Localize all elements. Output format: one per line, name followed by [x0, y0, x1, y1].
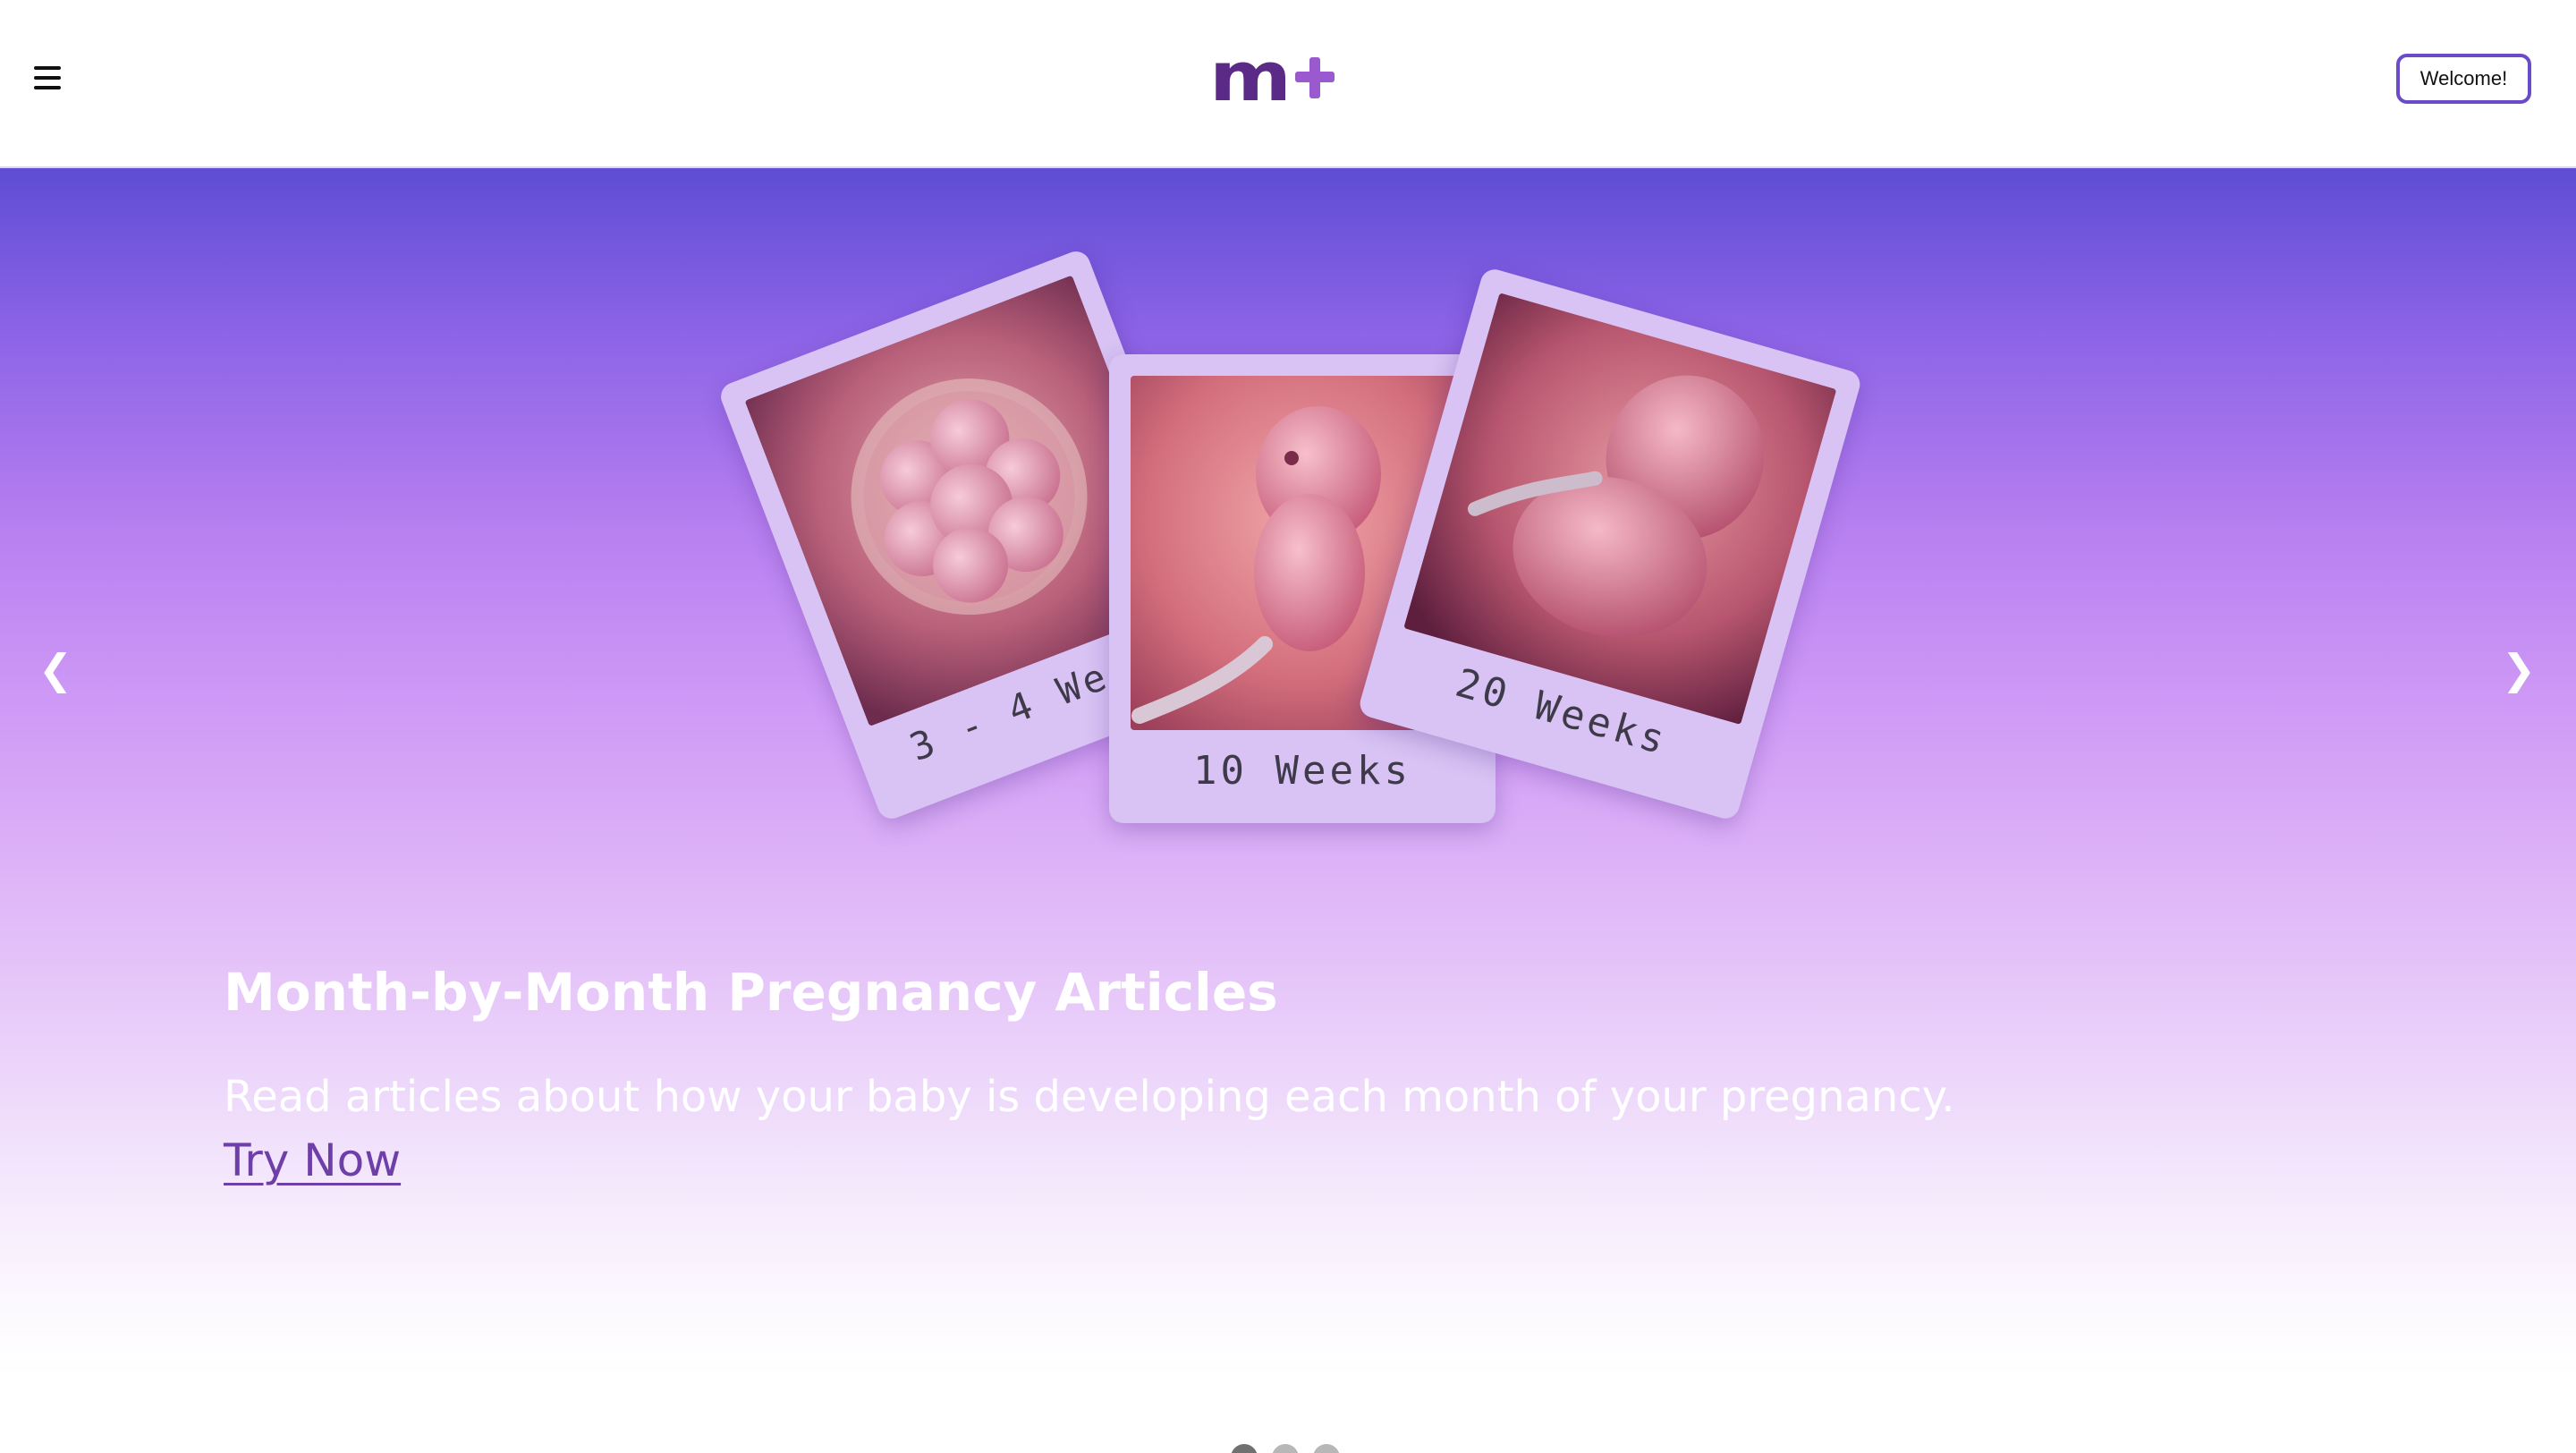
- carousel-indicators: [1231, 1444, 1340, 1453]
- slide-description: Read articles about how your baby is dev…: [224, 1072, 1955, 1122]
- slide-title: Month-by-Month Pregnancy Articles: [224, 961, 1278, 1023]
- hamburger-menu-icon[interactable]: [34, 66, 61, 89]
- carousel-dot-2[interactable]: [1272, 1444, 1299, 1453]
- carousel-dot-1[interactable]: [1231, 1444, 1258, 1453]
- hero-carousel: ❮ ❯ 3 - 4 Weeks 10 Weeks 20 Weeks Month-…: [0, 168, 2576, 1453]
- site-header: m Welcome!: [0, 0, 2576, 168]
- carousel-next-button[interactable]: ❯: [2492, 633, 2546, 705]
- svg-text:m: m: [1209, 52, 1292, 106]
- fetus-20-weeks-image: [1403, 293, 1837, 726]
- logo-mark: m: [1209, 37, 1335, 116]
- card-caption: 10 Weeks: [1193, 748, 1411, 794]
- welcome-button[interactable]: Welcome!: [2396, 54, 2531, 104]
- brand-logo[interactable]: m: [1209, 37, 1339, 116]
- carousel-prev-button[interactable]: ❮: [29, 633, 82, 705]
- chevron-left-icon: ❮: [38, 645, 73, 693]
- try-now-link[interactable]: Try Now: [224, 1134, 401, 1186]
- chevron-right-icon: ❯: [2501, 645, 2537, 693]
- carousel-dot-3[interactable]: [1313, 1444, 1340, 1453]
